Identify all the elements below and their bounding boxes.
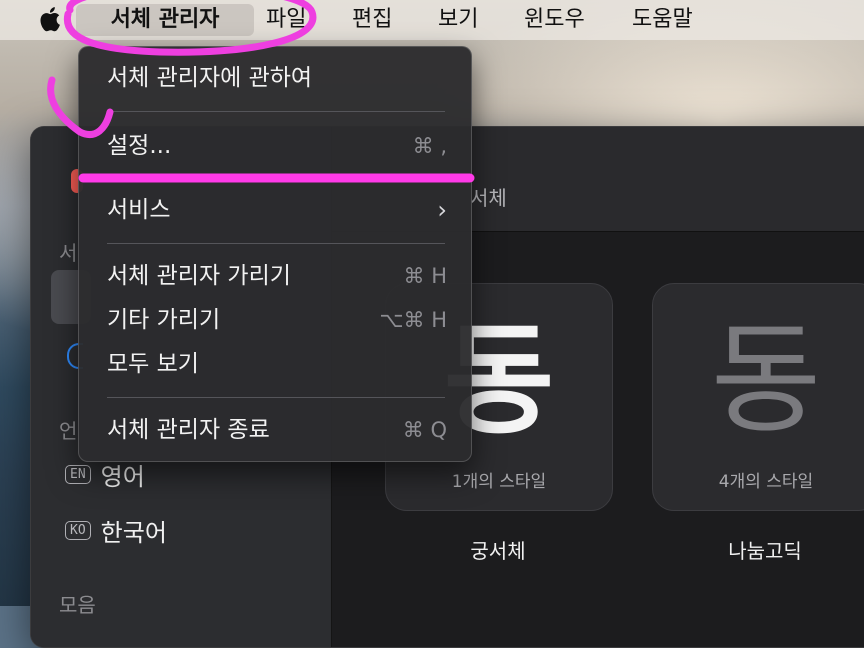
shortcut-label: ⌥⌘ H	[379, 308, 447, 332]
menu-item-label: 서체 관리자 가리기	[107, 263, 291, 289]
collections-section-header: 모음	[59, 593, 96, 617]
menu-item-label: 모두 보기	[107, 351, 199, 377]
menu-view[interactable]: 보기	[438, 4, 478, 36]
chevron-right-icon: ›	[437, 196, 447, 224]
shortcut-label: ⌘ Q	[402, 418, 447, 442]
ko-badge-icon: KO	[65, 521, 91, 540]
shortcut-label: ⌘ ,	[412, 134, 447, 158]
menu-edit[interactable]: 편집	[352, 4, 392, 36]
font-preview-glyph: 동	[710, 311, 822, 450]
menu-item-hide-others[interactable]: 기타 가리기 ⌥⌘ H	[107, 303, 447, 337]
menu-item-services[interactable]: 서비스 ›	[107, 193, 447, 227]
app-menu-dropdown: 서체 관리자에 관하여 설정... ⌘ , 서비스 › 서체 관리자 가리기 ⌘…	[78, 46, 472, 462]
menu-item-hide[interactable]: 서체 관리자 가리기 ⌘ H	[107, 259, 447, 293]
menu-item-label: 서체 관리자에 관하여	[107, 65, 313, 91]
sidebar-item-korean[interactable]: KO 한국어	[65, 513, 167, 548]
menu-item-quit[interactable]: 서체 관리자 종료 ⌘ Q	[107, 413, 447, 447]
sidebar-item-label: 영어	[100, 463, 145, 491]
sidebar-section-header: 서	[59, 241, 78, 265]
menu-app-name[interactable]: 서체 관리자	[76, 4, 254, 36]
menu-item-about[interactable]: 서체 관리자에 관하여	[107, 61, 447, 95]
menu-help[interactable]: 도움말	[632, 4, 693, 36]
menu-bar: 서체 관리자 파일 편집 보기 윈도우 도움말	[0, 0, 864, 40]
sidebar-item-english[interactable]: EN 영어	[65, 457, 145, 492]
font-style-count: 4개의 스타일	[718, 472, 814, 492]
font-name: 나눔고딕	[728, 539, 802, 563]
menu-file[interactable]: 파일	[266, 4, 306, 36]
sidebar-item-label: 한국어	[100, 519, 167, 547]
font-name: 궁서체	[470, 539, 526, 563]
menu-item-show-all[interactable]: 모두 보기	[107, 347, 447, 381]
menu-separator	[107, 397, 445, 398]
en-badge-icon: EN	[65, 465, 91, 484]
menu-window[interactable]: 윈도우	[524, 4, 585, 36]
shortcut-label: ⌘ H	[403, 264, 447, 288]
menu-item-label: 설정...	[107, 133, 172, 159]
menu-separator	[107, 111, 445, 112]
menu-item-label: 서체 관리자 종료	[107, 417, 270, 443]
font-card-nanumgothic[interactable]: 동 4개의 스타일	[652, 283, 864, 511]
font-style-count: 1개의 스타일	[451, 472, 547, 492]
menu-item-label: 서비스	[107, 197, 171, 223]
language-section-header: 언	[59, 419, 78, 443]
menu-item-settings[interactable]: 설정... ⌘ ,	[107, 129, 447, 163]
toolbar-title: 서체	[470, 186, 507, 210]
menu-separator	[107, 243, 445, 244]
menu-item-label: 기타 가리기	[107, 307, 221, 333]
apple-icon[interactable]	[38, 4, 64, 34]
